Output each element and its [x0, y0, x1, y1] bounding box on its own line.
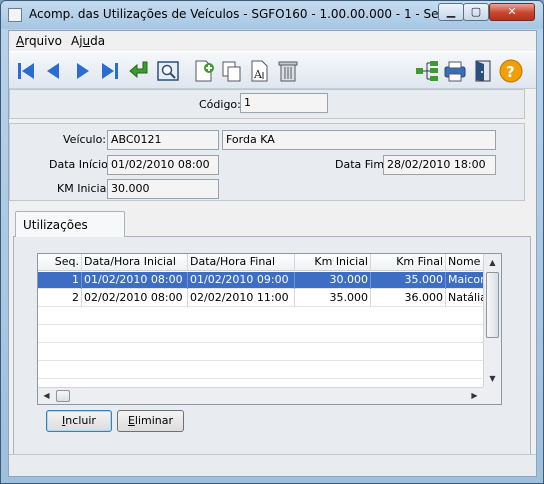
column-header-seq[interactable]: Seq.: [38, 254, 82, 271]
status-bar: [9, 454, 536, 476]
exit-door-icon[interactable]: [470, 58, 496, 84]
scroll-left-icon[interactable]: ◀: [38, 388, 55, 404]
eliminar-button[interactable]: Eliminar: [117, 410, 184, 432]
table-row-empty: [38, 326, 483, 343]
cell-km-final: 36.000: [371, 290, 446, 307]
horizontal-scrollbar[interactable]: ◀ ▶: [38, 387, 483, 404]
cell-data-hora-final: 01/02/2010 09:00: [188, 272, 295, 289]
column-header-km-final[interactable]: Km Final: [371, 254, 446, 271]
table-row-empty: [38, 344, 483, 361]
data-inicio-label: Data Início:: [49, 158, 112, 171]
eliminar-label: liminar: [134, 414, 174, 427]
scroll-up-icon[interactable]: ▲: [484, 254, 501, 271]
new-document-icon[interactable]: [191, 58, 217, 84]
table-row-empty: [38, 308, 483, 325]
vertical-scroll-thumb[interactable]: [486, 272, 499, 338]
scroll-corner: [483, 387, 501, 404]
veiculo-label: Veículo:: [63, 133, 107, 146]
cell-nome: Natália: [448, 291, 483, 304]
cell-km-inicial: 35.000: [295, 290, 371, 307]
window-title: Acomp. das Utilizações de Veículos - SGF…: [29, 7, 489, 21]
incluir-label: ncluir: [65, 414, 96, 427]
table-row[interactable]: 2 02/02/2010 08:00 02/02/2010 11:00 35.0…: [38, 290, 483, 307]
km-inicial-label: KM Inicial:: [57, 182, 114, 195]
data-fim-label: Data Fim:: [335, 158, 388, 171]
cell-km-final: 35.000: [371, 272, 446, 289]
last-record-icon[interactable]: [97, 58, 123, 84]
column-header-data-hora-inicial[interactable]: Data/Hora Inicial: [82, 254, 188, 271]
tree-view-icon[interactable]: [414, 58, 440, 84]
column-header-data-hora-final[interactable]: Data/Hora Final: [188, 254, 295, 271]
menu-arquivo[interactable]: Arquivo: [16, 34, 62, 48]
cell-km-inicial: 30.000: [295, 272, 371, 289]
cell-data-hora-inicial: 02/02/2010 08:00: [82, 290, 188, 307]
app-icon: [8, 8, 22, 22]
menu-arquivo-label: rquivo: [24, 34, 62, 48]
column-header-nome[interactable]: Nome: [446, 254, 483, 271]
client-area: Arquivo Ajuda A ? Código: 1 Veículo: ABC…: [8, 30, 537, 477]
incluir-button[interactable]: Incluir: [46, 410, 112, 432]
details-panel: Veículo: ABC0121 Forda KA Data Início: 0…: [9, 123, 525, 201]
go-to-icon[interactable]: [127, 58, 153, 84]
veiculo-code-field[interactable]: ABC0121: [107, 130, 219, 150]
title-bar[interactable]: Acomp. das Utilizações de Veículos - SGF…: [1, 1, 543, 29]
column-header-km-inicial[interactable]: Km Inicial: [295, 254, 371, 271]
table-row-empty: [38, 362, 483, 379]
data-fim-field[interactable]: 28/02/2010 18:00: [383, 155, 496, 175]
next-record-icon[interactable]: [69, 58, 95, 84]
header-panel: Código: 1: [9, 89, 525, 119]
data-inicio-field[interactable]: 01/02/2010 08:00: [107, 155, 219, 175]
copy-icon[interactable]: [219, 58, 245, 84]
veiculo-description-field: Forda KA: [222, 130, 496, 150]
scroll-right-icon[interactable]: ▶: [466, 388, 483, 404]
grid-header: Seq. Data/Hora Inicial Data/Hora Final K…: [38, 254, 483, 271]
edit-text-icon[interactable]: A: [247, 58, 273, 84]
help-icon[interactable]: ?: [498, 58, 524, 84]
trash-icon[interactable]: [275, 58, 301, 84]
minimize-button[interactable]: ▁: [438, 3, 464, 21]
scroll-down-icon[interactable]: ▼: [484, 370, 501, 387]
vertical-scrollbar[interactable]: ▲ ▼: [483, 254, 501, 387]
search-icon[interactable]: [155, 58, 181, 84]
print-icon[interactable]: [442, 58, 468, 84]
utilizacoes-grid[interactable]: Seq. Data/Hora Inicial Data/Hora Final K…: [37, 253, 502, 405]
svg-text:?: ?: [506, 63, 515, 81]
maximize-button[interactable]: ▢: [463, 3, 489, 21]
codigo-field[interactable]: 1: [240, 93, 328, 113]
codigo-label: Código:: [199, 98, 241, 111]
menu-ajuda[interactable]: Ajuda: [71, 34, 105, 48]
cell-seq: 2: [38, 290, 82, 307]
previous-record-icon[interactable]: [41, 58, 67, 84]
cell-data-hora-final: 02/02/2010 11:00: [188, 290, 295, 307]
close-button[interactable]: ✕: [489, 3, 535, 21]
cell-nome: Maicon: [448, 273, 483, 286]
application-window: Acomp. das Utilizações de Veículos - SGF…: [0, 0, 544, 484]
svg-text:A: A: [253, 68, 263, 81]
menu-bar: Arquivo Ajuda: [9, 31, 536, 51]
km-inicial-field[interactable]: 30.000: [107, 179, 219, 199]
horizontal-scroll-thumb[interactable]: [56, 390, 70, 402]
toolbar: A ?: [9, 51, 536, 89]
cell-seq: 1: [38, 272, 82, 289]
tab-utilizacoes[interactable]: Utilizações: [15, 211, 125, 237]
cell-data-hora-inicial: 01/02/2010 08:00: [82, 272, 188, 289]
table-row[interactable]: 1 01/02/2010 08:00 01/02/2010 09:00 30.0…: [38, 272, 483, 289]
eliminar-mnemonic: E: [127, 414, 135, 427]
first-record-icon[interactable]: [13, 58, 39, 84]
